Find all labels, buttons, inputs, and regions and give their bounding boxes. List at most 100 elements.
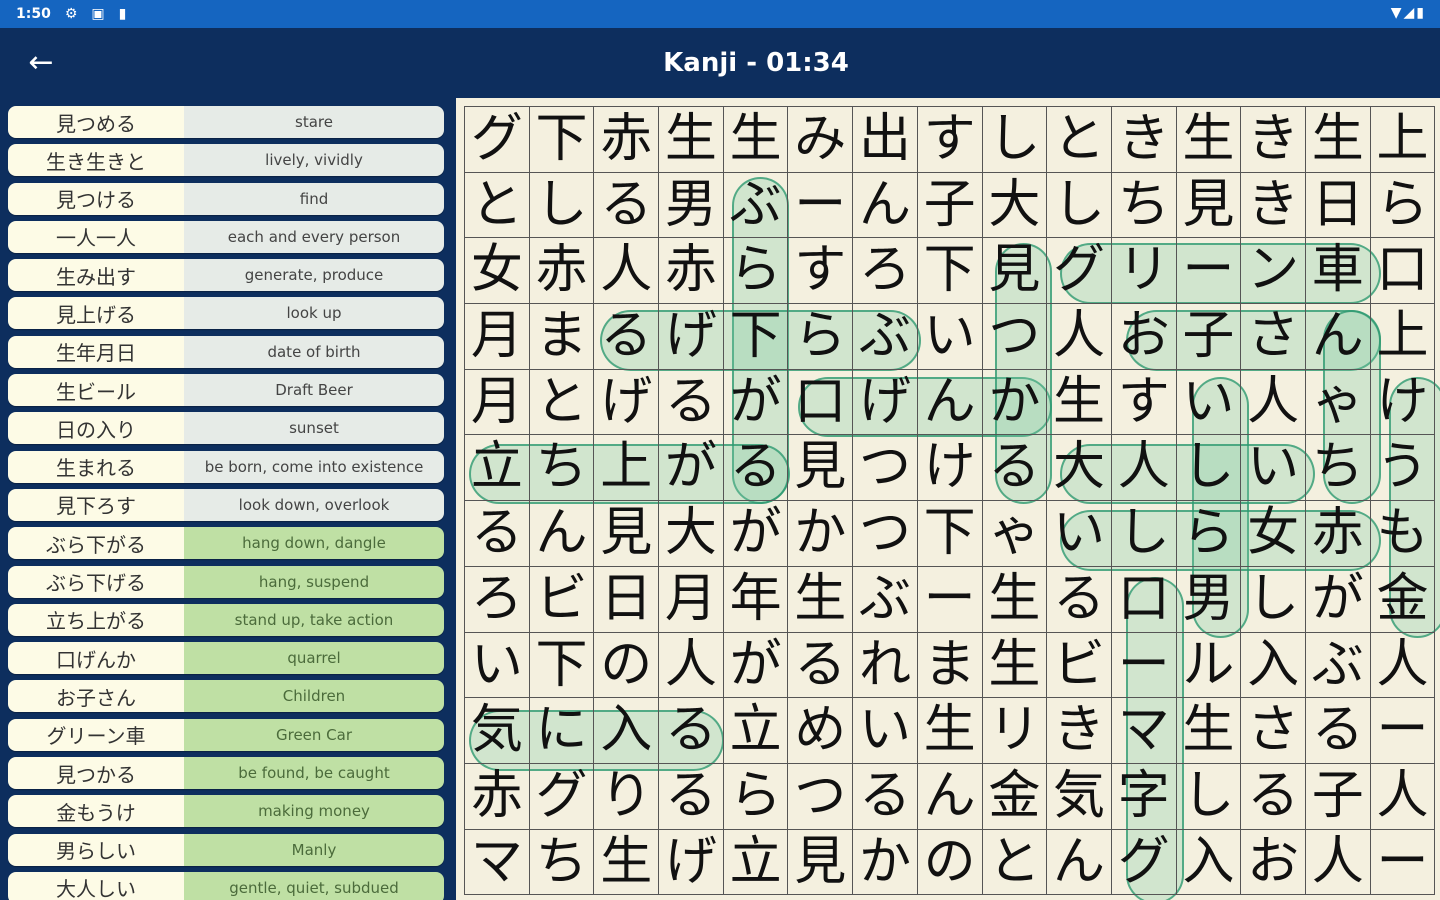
word-item[interactable]: 男らしい Manly: [8, 833, 444, 866]
grid-cell[interactable]: の: [594, 632, 660, 699]
grid-cell[interactable]: 上: [1370, 304, 1436, 370]
grid-cell[interactable]: グ: [1047, 238, 1112, 305]
grid-cell[interactable]: ぶ: [853, 566, 918, 633]
grid-cell[interactable]: み: [788, 107, 854, 173]
grid-cell[interactable]: 立: [723, 829, 789, 896]
grid-cell[interactable]: お: [1111, 304, 1177, 370]
grid-cell[interactable]: つ: [853, 435, 918, 502]
grid-cell[interactable]: ぶ: [1305, 632, 1371, 699]
grid-cell[interactable]: る: [465, 501, 530, 567]
grid-cell[interactable]: ー: [917, 566, 983, 633]
word-item[interactable]: 見つける find: [8, 182, 444, 215]
grid-cell[interactable]: 見: [982, 238, 1048, 305]
grid-cell[interactable]: め: [788, 698, 854, 764]
grid-cell[interactable]: 赤: [594, 107, 660, 173]
letter-grid[interactable]: グ下赤生生み出すしとき生き生上としる男ぶーん子大しち見き日ら女赤人赤らすろ下見グ…: [464, 106, 1440, 900]
grid-cell[interactable]: 見: [788, 829, 854, 896]
grid-cell[interactable]: し: [1047, 172, 1112, 239]
word-item[interactable]: 金もうけ making money: [8, 795, 444, 828]
grid-cell[interactable]: ち: [1305, 435, 1371, 502]
grid-cell[interactable]: マ: [465, 829, 530, 896]
grid-cell[interactable]: き: [1241, 107, 1306, 173]
grid-cell[interactable]: つ: [982, 304, 1048, 370]
grid-cell[interactable]: 日: [1305, 172, 1371, 239]
grid-cell[interactable]: り: [594, 763, 660, 830]
grid-cell[interactable]: 金: [982, 763, 1048, 830]
grid-cell[interactable]: い: [853, 698, 918, 764]
grid-cell[interactable]: る: [982, 435, 1048, 502]
grid-cell[interactable]: し: [1176, 763, 1242, 830]
grid-cell[interactable]: ル: [1176, 632, 1242, 699]
word-item[interactable]: 一人一人 each and every person: [8, 220, 444, 253]
word-item[interactable]: お子さん Children: [8, 680, 444, 713]
grid-cell[interactable]: 上: [1370, 107, 1436, 173]
word-item[interactable]: 見下ろす look down, overlook: [8, 488, 444, 521]
grid-cell[interactable]: す: [788, 238, 854, 305]
grid-cell[interactable]: 人: [659, 632, 724, 699]
grid-cell[interactable]: 見: [1176, 172, 1242, 239]
grid-cell[interactable]: 月: [659, 566, 724, 633]
grid-cell[interactable]: ビ: [1047, 632, 1112, 699]
grid-cell[interactable]: 年: [723, 566, 789, 633]
grid-cell[interactable]: し: [1111, 501, 1177, 567]
grid-cell[interactable]: ゃ: [1305, 369, 1371, 436]
grid-cell[interactable]: か: [982, 369, 1048, 436]
grid-cell[interactable]: マ: [1111, 698, 1177, 764]
grid-cell[interactable]: ち: [1111, 172, 1177, 239]
grid-cell[interactable]: さ: [1241, 698, 1306, 764]
grid-cell[interactable]: い: [1176, 369, 1242, 436]
grid-cell[interactable]: 人: [594, 238, 660, 305]
grid-cell[interactable]: ん: [917, 369, 983, 436]
grid-cell[interactable]: が: [659, 435, 724, 502]
grid-cell[interactable]: け: [917, 435, 983, 502]
grid-cell[interactable]: と: [465, 172, 530, 239]
grid-cell[interactable]: 男: [659, 172, 724, 239]
grid-cell[interactable]: ゃ: [982, 501, 1048, 567]
grid-cell[interactable]: ん: [1305, 304, 1371, 370]
grid-cell[interactable]: ま: [529, 304, 595, 370]
grid-cell[interactable]: る: [659, 698, 724, 764]
grid-cell[interactable]: 生: [1305, 107, 1371, 173]
grid-cell[interactable]: ー: [1370, 829, 1436, 896]
grid-cell[interactable]: い: [917, 304, 983, 370]
grid-cell[interactable]: 生: [1047, 369, 1112, 436]
grid-cell[interactable]: し: [529, 172, 595, 239]
grid-cell[interactable]: ま: [917, 632, 983, 699]
grid-cell[interactable]: 下: [529, 632, 595, 699]
grid-cell[interactable]: ん: [917, 763, 983, 830]
grid-cell[interactable]: グ: [1111, 829, 1177, 896]
grid-cell[interactable]: 下: [723, 304, 789, 370]
grid-cell[interactable]: 大: [982, 172, 1048, 239]
grid-cell[interactable]: 生: [788, 566, 854, 633]
grid-cell[interactable]: す: [1111, 369, 1177, 436]
grid-cell[interactable]: 金: [1370, 566, 1436, 633]
grid-cell[interactable]: 口: [788, 369, 854, 436]
grid-cell[interactable]: ー: [1176, 238, 1242, 305]
word-item[interactable]: 生ビール Draft Beer: [8, 374, 444, 407]
grid-cell[interactable]: 見: [788, 435, 854, 502]
grid-cell[interactable]: が: [1305, 566, 1371, 633]
grid-cell[interactable]: 人: [1305, 829, 1371, 896]
grid-cell[interactable]: 女: [1241, 501, 1306, 567]
word-item[interactable]: 見つかる be found, be caught: [8, 757, 444, 790]
grid-cell[interactable]: リ: [1111, 238, 1177, 305]
grid-cell[interactable]: る: [659, 369, 724, 436]
grid-cell[interactable]: れ: [853, 632, 918, 699]
grid-cell[interactable]: 車: [1305, 238, 1371, 305]
grid-cell[interactable]: 立: [465, 435, 530, 502]
grid-cell[interactable]: ー: [1370, 698, 1436, 764]
grid-cell[interactable]: 上: [594, 435, 660, 502]
word-item[interactable]: 見上げる look up: [8, 297, 444, 330]
grid-cell[interactable]: 赤: [529, 238, 595, 305]
grid-cell[interactable]: 赤: [659, 238, 724, 305]
grid-cell[interactable]: 赤: [465, 763, 530, 830]
grid-cell[interactable]: 下: [917, 501, 983, 567]
grid-cell[interactable]: グ: [465, 107, 530, 173]
grid-cell[interactable]: 子: [1305, 763, 1371, 830]
grid-cell[interactable]: 生: [1176, 698, 1242, 764]
grid-cell[interactable]: 子: [1176, 304, 1242, 370]
grid-cell[interactable]: お: [1241, 829, 1306, 896]
grid-cell[interactable]: 入: [1241, 632, 1306, 699]
grid-cell[interactable]: 下: [529, 107, 595, 173]
grid-cell[interactable]: グ: [529, 763, 595, 830]
